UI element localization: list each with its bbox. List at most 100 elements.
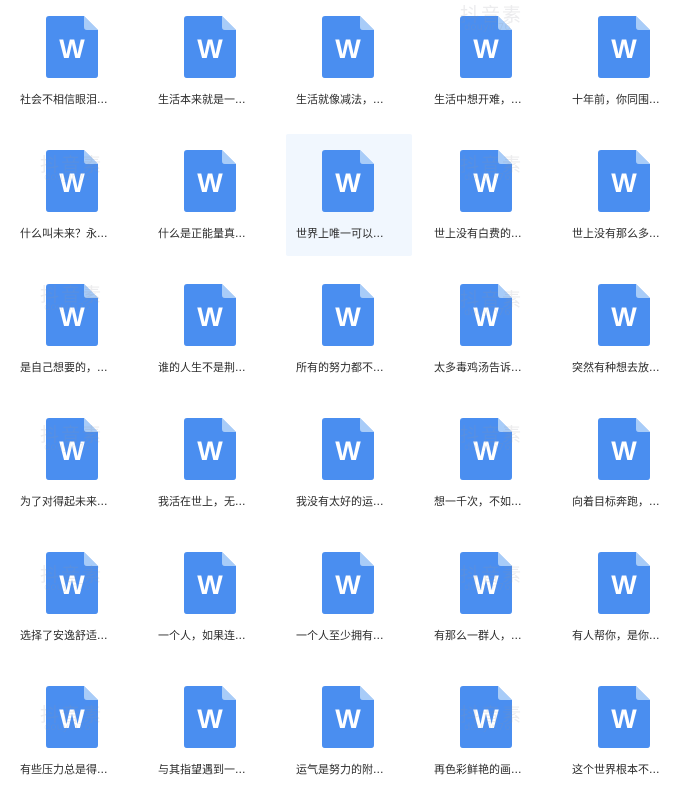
file-item[interactable]: W 突然有种想去放... (562, 268, 688, 390)
word-document-icon: W (598, 284, 650, 346)
file-name: 与其指望遇到一... (158, 763, 246, 776)
file-item[interactable]: W 选择了安逸舒适... (10, 536, 136, 658)
file-item[interactable]: W 一个人至少拥有... (286, 536, 412, 658)
svg-text:W: W (473, 570, 499, 600)
svg-text:W: W (59, 168, 85, 198)
svg-text:W: W (473, 168, 499, 198)
file-item[interactable]: W 为了对得起未来... (10, 402, 136, 524)
file-name: 有人帮你，是你... (572, 629, 660, 642)
svg-text:W: W (335, 704, 361, 734)
file-name: 再色彩鲜艳的画... (434, 763, 522, 776)
svg-text:W: W (335, 34, 361, 64)
word-document-icon: W (598, 552, 650, 614)
file-item[interactable]: W 世上没有那么多... (562, 134, 688, 256)
file-item[interactable]: W 一个人，如果连... (148, 536, 274, 658)
file-name: 一个人至少拥有... (296, 629, 384, 642)
svg-text:W: W (473, 302, 499, 332)
word-document-icon: W (184, 16, 236, 78)
svg-text:W: W (59, 436, 85, 466)
file-item[interactable]: W 我活在世上，无... (148, 402, 274, 524)
file-item[interactable]: W 与其指望遇到一... (148, 670, 274, 792)
word-document-icon: W (322, 150, 374, 212)
svg-text:W: W (197, 570, 223, 600)
file-item[interactable]: W 生活就像减法，... (286, 0, 412, 122)
file-item[interactable]: W 什么叫未来？永... (10, 134, 136, 256)
file-name: 太多毒鸡汤告诉... (434, 361, 522, 374)
svg-text:W: W (611, 704, 637, 734)
word-document-icon: W (184, 418, 236, 480)
file-item[interactable]: W 有那么一群人，... (424, 536, 550, 658)
file-item[interactable]: W 生活中想开难，... (424, 0, 550, 122)
file-item[interactable]: W 什么是正能量真... (148, 134, 274, 256)
file-name: 有些压力总是得... (20, 763, 108, 776)
file-item[interactable]: W 世界上唯一可以... (286, 134, 412, 256)
file-item[interactable]: W 我没有太好的运... (286, 402, 412, 524)
svg-text:W: W (335, 302, 361, 332)
word-document-icon: W (460, 418, 512, 480)
word-document-icon: W (322, 552, 374, 614)
word-document-icon: W (46, 686, 98, 748)
word-document-icon: W (460, 150, 512, 212)
file-name: 生活就像减法，... (296, 93, 384, 106)
svg-text:W: W (611, 34, 637, 64)
file-item[interactable]: W 这个世界根本不... (562, 670, 688, 792)
file-name: 世上没有那么多... (572, 227, 660, 240)
svg-text:W: W (611, 302, 637, 332)
word-document-icon: W (46, 150, 98, 212)
file-item[interactable]: W 向着目标奔跑，... (562, 402, 688, 524)
file-grid: W 社会不相信眼泪... W 生活本来就是一... W 生活就像减法，... W 生活中想开难… (0, 0, 700, 795)
file-name: 一个人，如果连... (158, 629, 246, 642)
file-name: 生活中想开难，... (434, 93, 522, 106)
word-document-icon: W (598, 418, 650, 480)
file-name: 我活在世上，无... (158, 495, 246, 508)
svg-text:W: W (473, 34, 499, 64)
file-name: 什么是正能量真... (158, 227, 246, 240)
word-document-icon: W (322, 686, 374, 748)
svg-text:W: W (197, 436, 223, 466)
file-item[interactable]: W 有些压力总是得... (10, 670, 136, 792)
file-item[interactable]: W 再色彩鲜艳的画... (424, 670, 550, 792)
file-name: 我没有太好的运... (296, 495, 384, 508)
file-item[interactable]: W 世上没有白费的... (424, 134, 550, 256)
file-name: 为了对得起未来... (20, 495, 108, 508)
file-name: 这个世界根本不... (572, 763, 660, 776)
file-item[interactable]: W 谁的人生不是荆... (148, 268, 274, 390)
file-item[interactable]: W 是自己想要的，... (10, 268, 136, 390)
word-document-icon: W (460, 686, 512, 748)
svg-text:W: W (473, 436, 499, 466)
file-name: 什么叫未来？永... (20, 227, 108, 240)
file-name: 想一千次，不如... (434, 495, 522, 508)
file-item[interactable]: W 想一千次，不如... (424, 402, 550, 524)
file-item[interactable]: W 有人帮你，是你... (562, 536, 688, 658)
word-document-icon: W (46, 284, 98, 346)
word-document-icon: W (184, 552, 236, 614)
file-name: 社会不相信眼泪... (20, 93, 108, 106)
word-document-icon: W (460, 16, 512, 78)
svg-text:W: W (335, 436, 361, 466)
word-document-icon: W (460, 552, 512, 614)
svg-text:W: W (197, 34, 223, 64)
file-name: 有那么一群人，... (434, 629, 522, 642)
file-item[interactable]: W 所有的努力都不... (286, 268, 412, 390)
word-document-icon: W (184, 150, 236, 212)
file-name: 世上没有白费的... (434, 227, 522, 240)
file-item[interactable]: W 社会不相信眼泪... (10, 0, 136, 122)
word-document-icon: W (184, 686, 236, 748)
word-document-icon: W (46, 16, 98, 78)
svg-text:W: W (59, 704, 85, 734)
file-item[interactable]: W 生活本来就是一... (148, 0, 274, 122)
file-name: 选择了安逸舒适... (20, 629, 108, 642)
file-name: 突然有种想去放... (572, 361, 660, 374)
file-item[interactable]: W 太多毒鸡汤告诉... (424, 268, 550, 390)
word-document-icon: W (322, 418, 374, 480)
svg-text:W: W (473, 704, 499, 734)
file-name: 世界上唯一可以... (296, 227, 384, 240)
svg-text:W: W (197, 168, 223, 198)
word-document-icon: W (46, 552, 98, 614)
file-name: 运气是努力的附... (296, 763, 384, 776)
svg-text:W: W (59, 570, 85, 600)
file-item[interactable]: W 运气是努力的附... (286, 670, 412, 792)
file-name: 是自己想要的，... (20, 361, 108, 374)
word-document-icon: W (460, 284, 512, 346)
file-item[interactable]: W 十年前，你同围... (562, 0, 688, 122)
